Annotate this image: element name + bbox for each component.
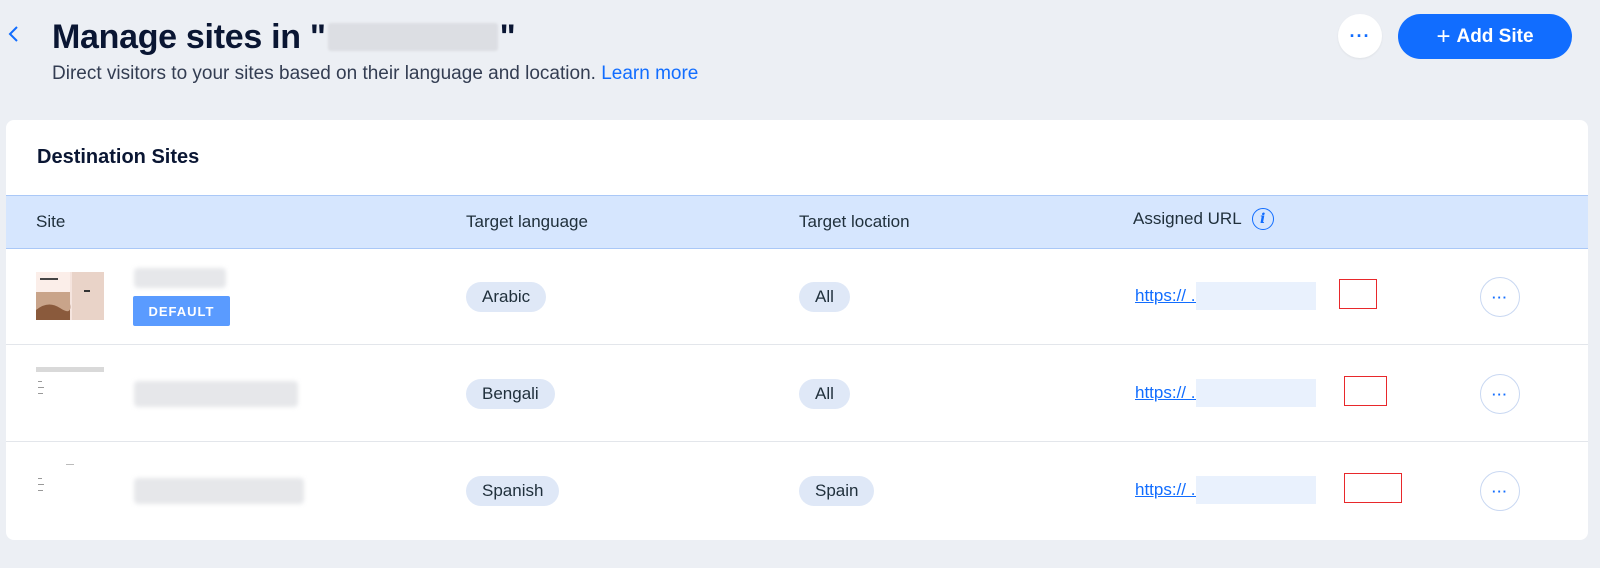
- destination-sites-card: Destination Sites Site Target language T…: [6, 120, 1588, 540]
- site-thumbnail: [36, 367, 104, 417]
- info-icon[interactable]: i: [1251, 208, 1274, 230]
- table-header: Site Target language Target location Ass…: [6, 195, 1588, 249]
- row-more-button[interactable]: ···: [1480, 277, 1520, 317]
- more-dots-icon: ···: [1492, 386, 1508, 402]
- more-actions-button[interactable]: ···: [1338, 14, 1382, 58]
- redacted-domain: [1196, 476, 1316, 504]
- highlight-box: [1344, 376, 1387, 406]
- more-dots-icon: ···: [1492, 483, 1508, 499]
- row-more-button[interactable]: ···: [1480, 374, 1520, 414]
- redacted-site-name: [327, 23, 498, 51]
- default-badge: DEFAULT: [133, 296, 230, 326]
- redacted-domain: [1196, 282, 1316, 310]
- page-title: Manage sites in " ": [52, 16, 516, 58]
- plus-icon: +: [1436, 22, 1451, 50]
- location-pill: All: [799, 282, 850, 312]
- site-thumbnail: [36, 464, 104, 514]
- redacted-domain: [1196, 379, 1316, 407]
- add-site-button[interactable]: + Add Site: [1398, 14, 1572, 59]
- language-pill: Bengali: [466, 379, 555, 409]
- language-pill: Arabic: [466, 282, 547, 312]
- page-subtitle: Direct visitors to your sites based on t…: [52, 63, 698, 85]
- highlight-box: [1339, 279, 1377, 309]
- subtitle-text: Direct visitors to your sites based on t…: [52, 63, 596, 84]
- more-dots-icon: ···: [1349, 25, 1371, 46]
- site-thumbnail: [36, 270, 104, 320]
- column-header-url-label: Assigned URL: [1133, 209, 1242, 228]
- column-header-url: Assigned URL i: [1133, 208, 1274, 230]
- location-pill: Spain: [799, 476, 875, 506]
- page-title-suffix: ": [499, 18, 516, 56]
- language-pill: Spanish: [466, 476, 560, 506]
- column-header-site: Site: [36, 212, 66, 231]
- column-header-language: Target language: [466, 212, 588, 231]
- redacted-site-name: [134, 268, 226, 288]
- card-title: Destination Sites: [37, 146, 200, 168]
- more-dots-icon: ···: [1492, 289, 1508, 305]
- row-more-button[interactable]: ···: [1480, 471, 1520, 511]
- add-site-label: Add Site: [1456, 25, 1534, 47]
- table-row: Bengali All https:// .org/bn/lab/… ···: [6, 345, 1588, 442]
- table-row: Spanish Spain https:// .org/es-es/la… ··…: [6, 442, 1588, 538]
- redacted-site-name: [134, 381, 298, 407]
- redacted-site-name: [134, 478, 304, 504]
- page-title-prefix: Manage sites in ": [52, 18, 326, 56]
- highlight-box: [1344, 473, 1402, 503]
- back-chevron-icon[interactable]: [6, 22, 26, 46]
- table-row: DEFAULT Arabic All https:// .org/ar/lab/…: [6, 248, 1588, 345]
- column-header-location: Target location: [799, 212, 910, 231]
- location-pill: All: [799, 379, 850, 409]
- learn-more-link[interactable]: Learn more: [601, 63, 698, 84]
